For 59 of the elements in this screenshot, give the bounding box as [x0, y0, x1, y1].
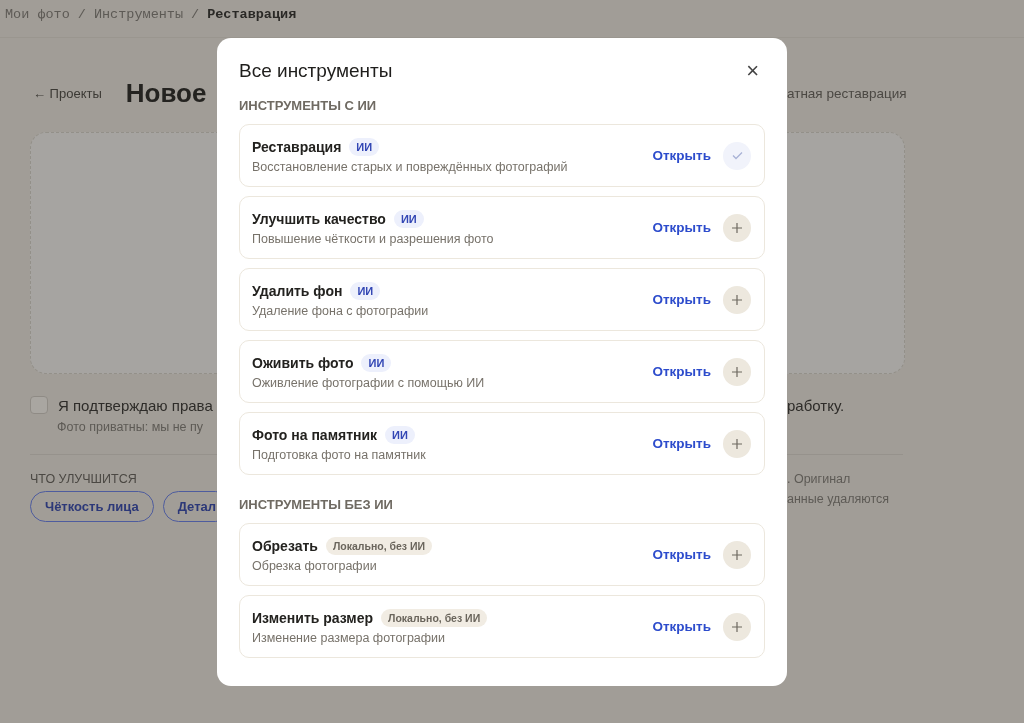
open-link[interactable]: Открыть: [652, 619, 711, 634]
add-button[interactable]: [723, 612, 751, 641]
back-link[interactable]: ← Проекты: [33, 86, 102, 101]
page-subtitle: атная реставрация: [787, 86, 908, 101]
breadcrumb-separator: /: [191, 7, 200, 24]
tool-description: Оживление фотографии с помощью ИИ: [252, 375, 486, 390]
section-heading: ЧТО УЛУЧШИТСЯ: [30, 471, 137, 486]
tool-name: Удалить фон: [252, 282, 343, 299]
breadcrumb-item[interactable]: Реставрация: [207, 7, 297, 37]
tool-name: Оживить фото: [252, 354, 354, 371]
tool-description: Удаление фона с фотографии: [252, 303, 430, 318]
plus-icon: [732, 294, 742, 305]
close-button[interactable]: ×: [746, 60, 759, 82]
open-link[interactable]: Открыть: [652, 436, 711, 451]
tool-badge: ИИ: [393, 209, 424, 228]
info-text: . Оригинал: [787, 472, 851, 486]
tool-badge: ИИ: [385, 425, 415, 444]
open-link[interactable]: Открыть: [652, 148, 711, 163]
plus-icon: [732, 438, 742, 449]
tool-badge: Локально, без ИИ: [325, 536, 433, 555]
dialog-title: Все инструменты: [239, 60, 393, 82]
tool-description: Обрезка фотографии: [252, 558, 378, 573]
open-link[interactable]: Открыть: [652, 220, 711, 235]
tool-name: Изменить размер: [252, 609, 374, 626]
tool-description: Подготовка фото на памятник: [252, 447, 427, 462]
add-button[interactable]: [723, 429, 751, 458]
plus-icon: [732, 222, 742, 233]
section-heading: ИНСТРУМЕНТЫ БЕЗ ИИ: [239, 497, 394, 512]
consent-label: работку.: [787, 396, 845, 414]
tool-description: Восстановление старых и повреждённых фотографий: [252, 159, 569, 174]
check-icon: [731, 151, 743, 160]
tool-badge: ИИ: [349, 137, 380, 156]
tool-badge: ИИ: [361, 353, 392, 372]
open-link[interactable]: Открыть: [652, 547, 711, 562]
open-link[interactable]: Открыть: [652, 292, 711, 307]
plus-icon: [732, 366, 742, 377]
tool-name: Улучшить качество: [252, 210, 386, 227]
tool-description: Повышение чёткости и разрешения фото: [252, 231, 495, 246]
tool-badge: ИИ: [350, 281, 381, 300]
plus-icon: [732, 549, 742, 560]
add-button[interactable]: [723, 285, 751, 314]
add-button[interactable]: [723, 540, 751, 569]
tool-description: Изменение размера фотографии: [252, 630, 447, 645]
added-button[interactable]: [723, 141, 751, 170]
page-title: Новое: [125, 78, 207, 109]
section-heading: ИНСТРУМЕНТЫ С ИИ: [239, 98, 378, 113]
consent-label: Я подтверждаю права: [58, 396, 213, 414]
tool-name: Реставрация: [252, 138, 342, 155]
privacy-note: Фото приватны: мы не пу: [57, 420, 204, 434]
add-button[interactable]: [723, 357, 751, 386]
breadcrumb-separator: /: [77, 7, 86, 24]
tool-name: Обрезать: [252, 537, 318, 554]
tool-name: Фото на памятник: [252, 426, 378, 443]
open-link[interactable]: Открыть: [652, 364, 711, 379]
tool-badge: Локально, без ИИ: [381, 608, 488, 627]
checkbox[interactable]: [30, 396, 48, 414]
plus-icon: [732, 621, 742, 632]
add-button[interactable]: [723, 213, 751, 242]
info-text: анные удаляются: [787, 492, 889, 506]
